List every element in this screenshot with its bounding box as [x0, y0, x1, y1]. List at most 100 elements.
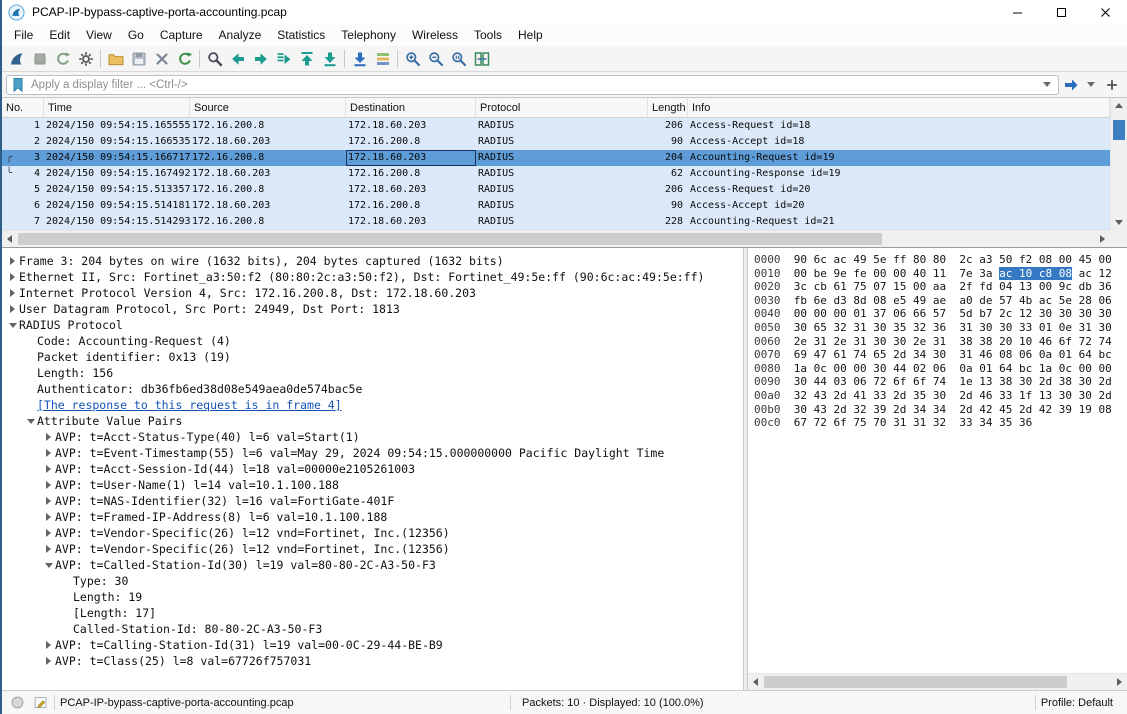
- capture-start-button[interactable]: [5, 47, 28, 70]
- auto-scroll-button[interactable]: [348, 47, 371, 70]
- hex-row[interactable]: 0040 00 00 00 01 37 06 66 57 5d b7 2c 12…: [754, 307, 1127, 321]
- capture-restart-button[interactable]: [51, 47, 74, 70]
- column-header-info[interactable]: Info: [688, 98, 1110, 117]
- detail-line[interactable]: AVP: t=User-Name(1) l=14 val=10.1.100.18…: [2, 477, 743, 493]
- column-header-protocol[interactable]: Protocol: [476, 98, 648, 117]
- detail-line[interactable]: Code: Accounting-Request (4): [2, 333, 743, 349]
- menu-item-statistics[interactable]: Statistics: [269, 26, 333, 44]
- go-forward-button[interactable]: [249, 47, 272, 70]
- detail-line[interactable]: AVP: t=Vendor-Specific(26) l=12 vnd=Fort…: [2, 525, 743, 541]
- maximize-button[interactable]: [1039, 0, 1083, 24]
- menu-item-wireless[interactable]: Wireless: [404, 26, 466, 44]
- zoom-out-button[interactable]: [424, 47, 447, 70]
- column-header-time[interactable]: Time: [44, 98, 190, 117]
- filter-bookmark-icon[interactable]: [9, 76, 27, 94]
- detail-line[interactable]: User Datagram Protocol, Src Port: 24949,…: [2, 301, 743, 317]
- detail-line[interactable]: [Length: 17]: [2, 605, 743, 621]
- hscroll-thumb[interactable]: [18, 233, 882, 245]
- statusbar-profile[interactable]: Profile: Default: [1041, 697, 1121, 709]
- hex-row[interactable]: 0090 30 44 03 06 72 6f 6f 74 1e 13 38 30…: [754, 375, 1127, 389]
- find-packet-button[interactable]: [203, 47, 226, 70]
- hex-row[interactable]: 0070 69 47 61 74 65 2d 34 30 31 46 08 06…: [754, 348, 1127, 362]
- scroll-up-arrow[interactable]: [1111, 98, 1127, 113]
- expert-info-icon[interactable]: [8, 694, 26, 712]
- menu-item-edit[interactable]: Edit: [41, 26, 78, 44]
- detail-line[interactable]: [The response to this request is in fram…: [2, 397, 743, 413]
- go-last-packet-button[interactable]: [318, 47, 341, 70]
- menu-item-go[interactable]: Go: [120, 26, 152, 44]
- packet-row[interactable]: 52024/150 09:54:15.513357172.16.200.8172…: [2, 182, 1110, 198]
- detail-line[interactable]: Length: 156: [2, 365, 743, 381]
- scroll-right-arrow[interactable]: [1095, 231, 1110, 247]
- filter-history-caret-icon[interactable]: [1043, 82, 1051, 87]
- hex-row[interactable]: 0060 2e 31 2e 31 30 30 2e 31 38 38 20 10…: [754, 335, 1127, 349]
- detail-line[interactable]: Packet identifier: 0x13 (19): [2, 349, 743, 365]
- detail-line[interactable]: AVP: t=Acct-Session-Id(44) l=18 val=0000…: [2, 461, 743, 477]
- hex-row[interactable]: 0020 3c cb 61 75 07 15 00 aa 2f fd 04 13…: [754, 280, 1127, 294]
- resize-columns-button[interactable]: [470, 47, 493, 70]
- packet-row[interactable]: ╭32024/150 09:54:15.166717172.16.200.817…: [2, 150, 1110, 166]
- column-header-source[interactable]: Source: [190, 98, 346, 117]
- menu-item-file[interactable]: File: [6, 26, 41, 44]
- packet-row[interactable]: 62024/150 09:54:15.514181172.18.60.20317…: [2, 198, 1110, 214]
- go-to-packet-button[interactable]: [272, 47, 295, 70]
- detail-line[interactable]: RADIUS Protocol: [2, 317, 743, 333]
- detail-line[interactable]: AVP: t=Called-Station-Id(30) l=19 val=80…: [2, 557, 743, 573]
- zoom-original-button[interactable]: [447, 47, 470, 70]
- scroll-left-arrow[interactable]: [2, 231, 17, 247]
- detail-line[interactable]: Authenticator: db36fb6ed38d08e549aea0de5…: [2, 381, 743, 397]
- detail-line[interactable]: Attribute Value Pairs: [2, 413, 743, 429]
- packet-row[interactable]: 72024/150 09:54:15.514293172.16.200.8172…: [2, 214, 1110, 230]
- detail-line[interactable]: AVP: t=Event-Timestamp(55) l=6 val=May 2…: [2, 445, 743, 461]
- detail-line[interactable]: Type: 30: [2, 573, 743, 589]
- detail-line[interactable]: AVP: t=Calling-Station-Id(31) l=19 val=0…: [2, 637, 743, 653]
- go-back-button[interactable]: [226, 47, 249, 70]
- zoom-in-button[interactable]: [401, 47, 424, 70]
- capture-stop-button[interactable]: [28, 47, 51, 70]
- capture-comment-icon[interactable]: [31, 694, 49, 712]
- hex-row[interactable]: 0050 30 65 32 31 30 35 32 36 31 30 30 33…: [754, 321, 1127, 335]
- detail-line[interactable]: Ethernet II, Src: Fortinet_a3:50:f2 (80:…: [2, 269, 743, 285]
- open-file-button[interactable]: [104, 47, 127, 70]
- menu-item-help[interactable]: Help: [510, 26, 551, 44]
- menu-item-telephony[interactable]: Telephony: [333, 26, 404, 44]
- scrollbar-minimap[interactable]: [1113, 120, 1125, 140]
- filter-add-button[interactable]: [1100, 73, 1123, 96]
- close-file-button[interactable]: [150, 47, 173, 70]
- menu-item-analyze[interactable]: Analyze: [211, 26, 270, 44]
- detail-line[interactable]: AVP: t=NAS-Identifier(32) l=16 val=Forti…: [2, 493, 743, 509]
- packet-row[interactable]: 22024/150 09:54:15.166535172.18.60.20317…: [2, 134, 1110, 150]
- filter-apply-caret-icon[interactable]: [1087, 82, 1095, 87]
- hex-row[interactable]: 00a0 32 43 2d 41 33 2d 35 30 2d 46 33 1f…: [754, 389, 1127, 403]
- column-header-length[interactable]: Length: [648, 98, 688, 117]
- menu-item-view[interactable]: View: [78, 26, 120, 44]
- response-frame-link[interactable]: [The response to this request is in fram…: [37, 398, 342, 412]
- scroll-down-arrow[interactable]: [1111, 215, 1127, 230]
- hex-row[interactable]: 0000 90 6c ac 49 5e ff 80 80 2c a3 50 f2…: [754, 253, 1127, 267]
- hex-row[interactable]: 00b0 30 43 2d 32 39 2d 34 34 2d 42 45 2d…: [754, 403, 1127, 417]
- hex-row[interactable]: 0030 fb 6e d3 8d 08 e5 49 ae a0 de 57 4b…: [754, 294, 1127, 308]
- go-first-packet-button[interactable]: [295, 47, 318, 70]
- colorize-packets-button[interactable]: [371, 47, 394, 70]
- hex-row[interactable]: 0080 1a 0c 00 00 30 44 02 06 0a 01 64 bc…: [754, 362, 1127, 376]
- reload-file-button[interactable]: [173, 47, 196, 70]
- hex-hscroll-thumb[interactable]: [764, 676, 1067, 688]
- column-header-no[interactable]: No.: [2, 98, 44, 117]
- packet-row[interactable]: 12024/150 09:54:15.165555172.16.200.8172…: [2, 118, 1110, 134]
- detail-line[interactable]: AVP: t=Class(25) l=8 val=67726f757031: [2, 653, 743, 669]
- scroll-left-arrow[interactable]: [748, 674, 763, 690]
- packet-list-hscrollbar[interactable]: [2, 230, 1110, 247]
- scroll-right-arrow[interactable]: [1112, 674, 1127, 690]
- save-file-button[interactable]: [127, 47, 150, 70]
- column-header-destination[interactable]: Destination: [346, 98, 476, 117]
- capture-options-button[interactable]: [74, 47, 97, 70]
- display-filter-input[interactable]: [27, 79, 1038, 91]
- menu-item-tools[interactable]: Tools: [466, 26, 510, 44]
- packet-list-vscrollbar[interactable]: [1110, 98, 1127, 230]
- menu-item-capture[interactable]: Capture: [152, 26, 211, 44]
- minimize-button[interactable]: [995, 0, 1039, 24]
- packet-row[interactable]: ╰42024/150 09:54:15.167492172.18.60.2031…: [2, 166, 1110, 182]
- detail-line[interactable]: Frame 3: 204 bytes on wire (1632 bits), …: [2, 253, 743, 269]
- hex-hscrollbar[interactable]: [748, 673, 1127, 690]
- close-button[interactable]: [1083, 0, 1127, 24]
